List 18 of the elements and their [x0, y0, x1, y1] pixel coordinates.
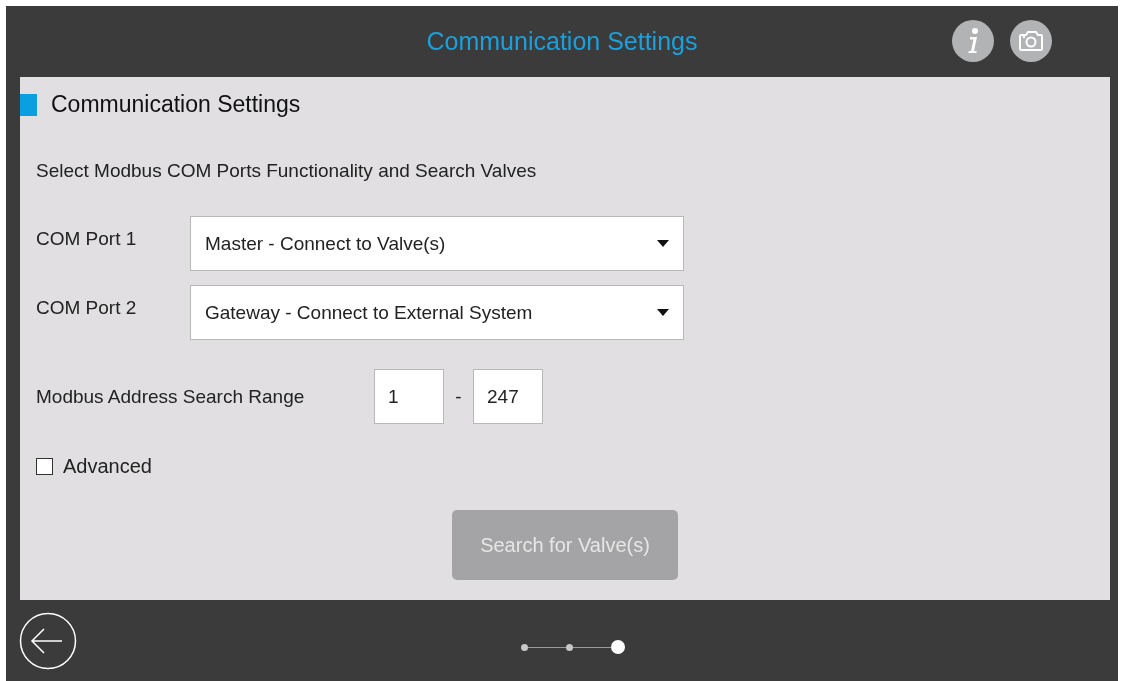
- camera-icon[interactable]: [1009, 19, 1053, 63]
- range-separator: -: [454, 385, 463, 408]
- com-port-label: COM Port 2: [35, 296, 138, 319]
- range-from-field[interactable]: 1: [374, 369, 444, 424]
- range-label: Modbus Address Search Range: [35, 385, 306, 408]
- com-port-dropdown[interactable]: Master - Connect to Valve(s): [190, 216, 684, 271]
- section-title: Communication Settings: [51, 91, 301, 118]
- info-icon[interactable]: [951, 19, 995, 63]
- advanced-checkbox[interactable]: [36, 458, 53, 475]
- advanced-label: Advanced: [63, 455, 152, 478]
- window-title: Communication Settings: [426, 27, 698, 56]
- com-port-label: COM Port 1: [35, 227, 138, 250]
- section-marker: [20, 93, 37, 116]
- description-text: Select Modbus COM Ports Functionality and Search Valves: [36, 160, 538, 182]
- com-port-dropdown[interactable]: Gateway - Connect to External System: [190, 285, 684, 340]
- range-to-field[interactable]: 247: [473, 369, 543, 424]
- caret-icon: [657, 240, 669, 247]
- caret-icon: [657, 309, 669, 316]
